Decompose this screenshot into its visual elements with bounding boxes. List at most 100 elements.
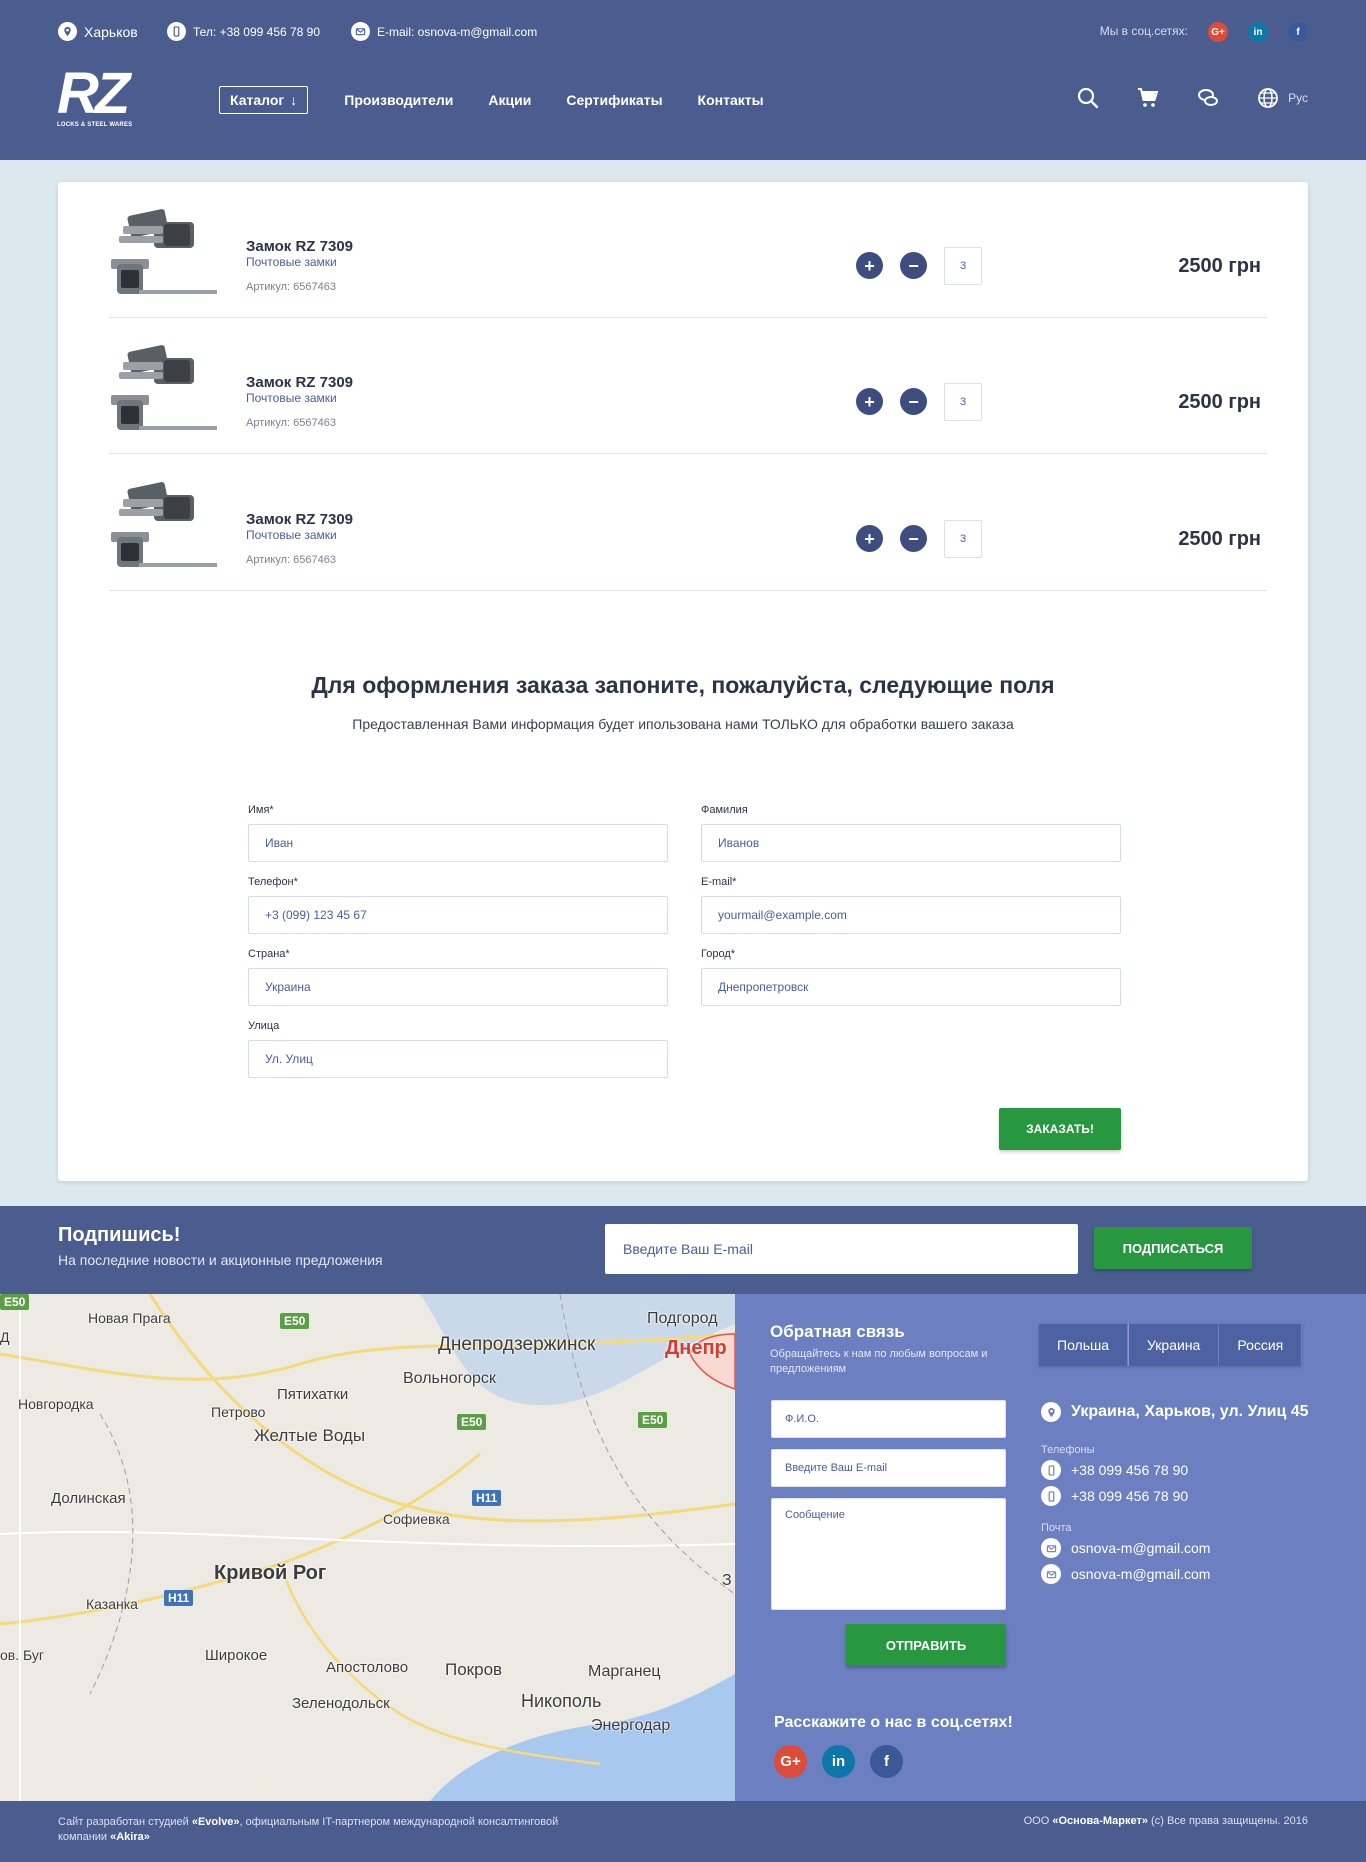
search-icon[interactable]	[1074, 84, 1102, 112]
studio-link[interactable]: «Evolve»	[192, 1816, 240, 1828]
mail-icon	[1041, 1538, 1061, 1558]
product-price: 2500 грн	[1178, 528, 1261, 550]
last-name-label: Фамилия	[701, 804, 748, 816]
product-category[interactable]: Почтовые замки	[246, 391, 337, 405]
map-city-label: Широкое	[205, 1647, 268, 1664]
email-input[interactable]	[701, 896, 1121, 934]
first-name-input[interactable]	[248, 824, 668, 862]
footer-text: (с) Все права защищены. 2016	[1148, 1815, 1308, 1827]
road-shield: H11	[472, 1490, 502, 1506]
phone-icon	[1041, 1460, 1061, 1480]
last-name-input[interactable]	[701, 824, 1121, 862]
product-price: 2500 грн	[1178, 391, 1261, 413]
catalog-button[interactable]: Каталог ↓	[219, 86, 309, 114]
road-shield: E50	[457, 1414, 487, 1430]
order-form-subtitle: Предоставленная Вами информация будет ип…	[352, 716, 1014, 732]
facebook-icon[interactable]: f	[870, 1745, 903, 1778]
location-pin-icon	[1041, 1402, 1061, 1422]
decrease-qty-button[interactable]: −	[900, 525, 927, 552]
linkedin-icon[interactable]: in	[1248, 22, 1268, 42]
logo-subtitle: LOCKS & STEEL WARES	[57, 122, 133, 128]
map-city-label: Никополь	[521, 1691, 602, 1711]
product-category[interactable]: Почтовые замки	[246, 528, 337, 542]
email-label: E-mail*	[701, 876, 737, 888]
phone-info[interactable]: Тел: +38 099 456 78 90	[167, 22, 320, 41]
location-pin-icon	[58, 22, 77, 41]
facebook-icon[interactable]: f	[1288, 22, 1308, 42]
globe-icon[interactable]	[1254, 84, 1282, 112]
email-label: E-mail: osnova-m@gmail.com	[377, 24, 538, 39]
order-submit-button[interactable]: ЗАКАЗАТЬ!	[999, 1108, 1121, 1150]
address-text: Украина, Харьков, ул. Улиц 45	[1071, 1403, 1309, 1420]
map-city-label: Марганец	[588, 1663, 661, 1680]
nav-promotions[interactable]: Акции	[488, 92, 531, 108]
street-input[interactable]	[248, 1040, 668, 1078]
feedback-title: Обратная связь	[770, 1322, 905, 1341]
map-city-label: Вольногорск	[403, 1370, 496, 1387]
phones-label: Телефоны	[1041, 1444, 1095, 1456]
google-plus-icon[interactable]: G+	[774, 1745, 807, 1778]
product-category[interactable]: Почтовые замки	[246, 255, 337, 269]
chat-icon[interactable]	[1194, 84, 1222, 112]
increase-qty-button[interactable]: +	[856, 525, 883, 552]
country-tabs: Польша Украина Россия	[1039, 1324, 1303, 1366]
cart-icon[interactable]	[1134, 84, 1162, 112]
tab-ukraine[interactable]: Украина	[1128, 1324, 1220, 1366]
contact-phone-1[interactable]: +38 099 456 78 90	[1041, 1460, 1188, 1480]
mail-label: Почта	[1041, 1522, 1072, 1534]
email-text: osnova-m@gmail.com	[1071, 1540, 1211, 1556]
contact-email-1[interactable]: osnova-m@gmail.com	[1041, 1538, 1210, 1558]
decrease-qty-button[interactable]: −	[900, 388, 927, 415]
logo[interactable]: RZ LOCKS & STEEL WARES	[57, 65, 133, 132]
road-shield: H11	[164, 1590, 194, 1606]
feedback-message-input[interactable]	[771, 1498, 1006, 1610]
product-title[interactable]: Замок RZ 7309	[246, 238, 353, 255]
quantity-field[interactable]: 3	[944, 247, 982, 285]
map[interactable]: Новая Прага Подгород Днепродзержинск Днепр В…	[0, 1294, 735, 1801]
email-info[interactable]: E-mail: osnova-m@gmail.com	[351, 22, 537, 41]
city-input[interactable]	[701, 968, 1121, 1006]
map-city-label: Д	[0, 1329, 10, 1345]
increase-qty-button[interactable]: +	[856, 252, 883, 279]
city-label: Харьков	[84, 23, 138, 40]
increase-qty-button[interactable]: +	[856, 388, 883, 415]
phone-input[interactable]	[248, 896, 668, 934]
linkedin-icon[interactable]: in	[822, 1745, 855, 1778]
quantity-field[interactable]: 3	[944, 520, 982, 558]
subscribe-email-input[interactable]	[605, 1224, 1078, 1274]
nav-contacts[interactable]: Контакты	[698, 92, 764, 108]
map-city-label: Апостолово	[326, 1659, 409, 1676]
site-footer: Сайт разработан студией «Evolve», официа…	[0, 1801, 1366, 1862]
map-city-label: Днепродзержинск	[438, 1334, 596, 1355]
map-city-label: Казанка	[86, 1596, 138, 1612]
email-text: osnova-m@gmail.com	[1071, 1566, 1211, 1582]
product-image[interactable]	[109, 477, 219, 577]
product-title[interactable]: Замок RZ 7309	[246, 374, 353, 391]
phone-label: Тел: +38 099 456 78 90	[193, 24, 321, 39]
city-info[interactable]: Харьков	[58, 22, 138, 41]
tab-poland[interactable]: Польша	[1039, 1324, 1129, 1366]
country-input[interactable]	[248, 968, 668, 1006]
language-switch[interactable]: Рус	[1288, 91, 1308, 105]
contact-email-2[interactable]: osnova-m@gmail.com	[1041, 1564, 1210, 1584]
phone-text: +38 099 456 78 90	[1071, 1462, 1189, 1478]
quantity-field[interactable]: 3	[944, 383, 982, 421]
decrease-qty-button[interactable]: −	[900, 252, 927, 279]
google-plus-icon[interactable]: G+	[1208, 22, 1228, 42]
nav-manufacturers[interactable]: Производители	[344, 92, 453, 108]
product-title[interactable]: Замок RZ 7309	[246, 511, 353, 528]
product-image[interactable]	[109, 340, 219, 440]
company-name: «Основа-Маркет»	[1052, 1815, 1148, 1827]
contact-phone-2[interactable]: +38 099 456 78 90	[1041, 1486, 1188, 1506]
map-city-label: Энергодар	[591, 1717, 671, 1734]
tab-russia[interactable]: Россия	[1219, 1324, 1303, 1366]
product-image[interactable]	[109, 204, 219, 304]
feedback-email-input[interactable]	[771, 1449, 1006, 1487]
company-link[interactable]: «Akira»	[110, 1831, 150, 1843]
subscribe-button[interactable]: ПОДПИСАТЬСЯ	[1094, 1227, 1252, 1269]
feedback-name-input[interactable]	[771, 1400, 1006, 1438]
country-label: Страна*	[248, 948, 290, 960]
feedback-send-button[interactable]: ОТПРАВИТЬ	[846, 1624, 1006, 1666]
nav-certificates[interactable]: Сертификаты	[566, 92, 662, 108]
phone-icon	[167, 22, 186, 41]
